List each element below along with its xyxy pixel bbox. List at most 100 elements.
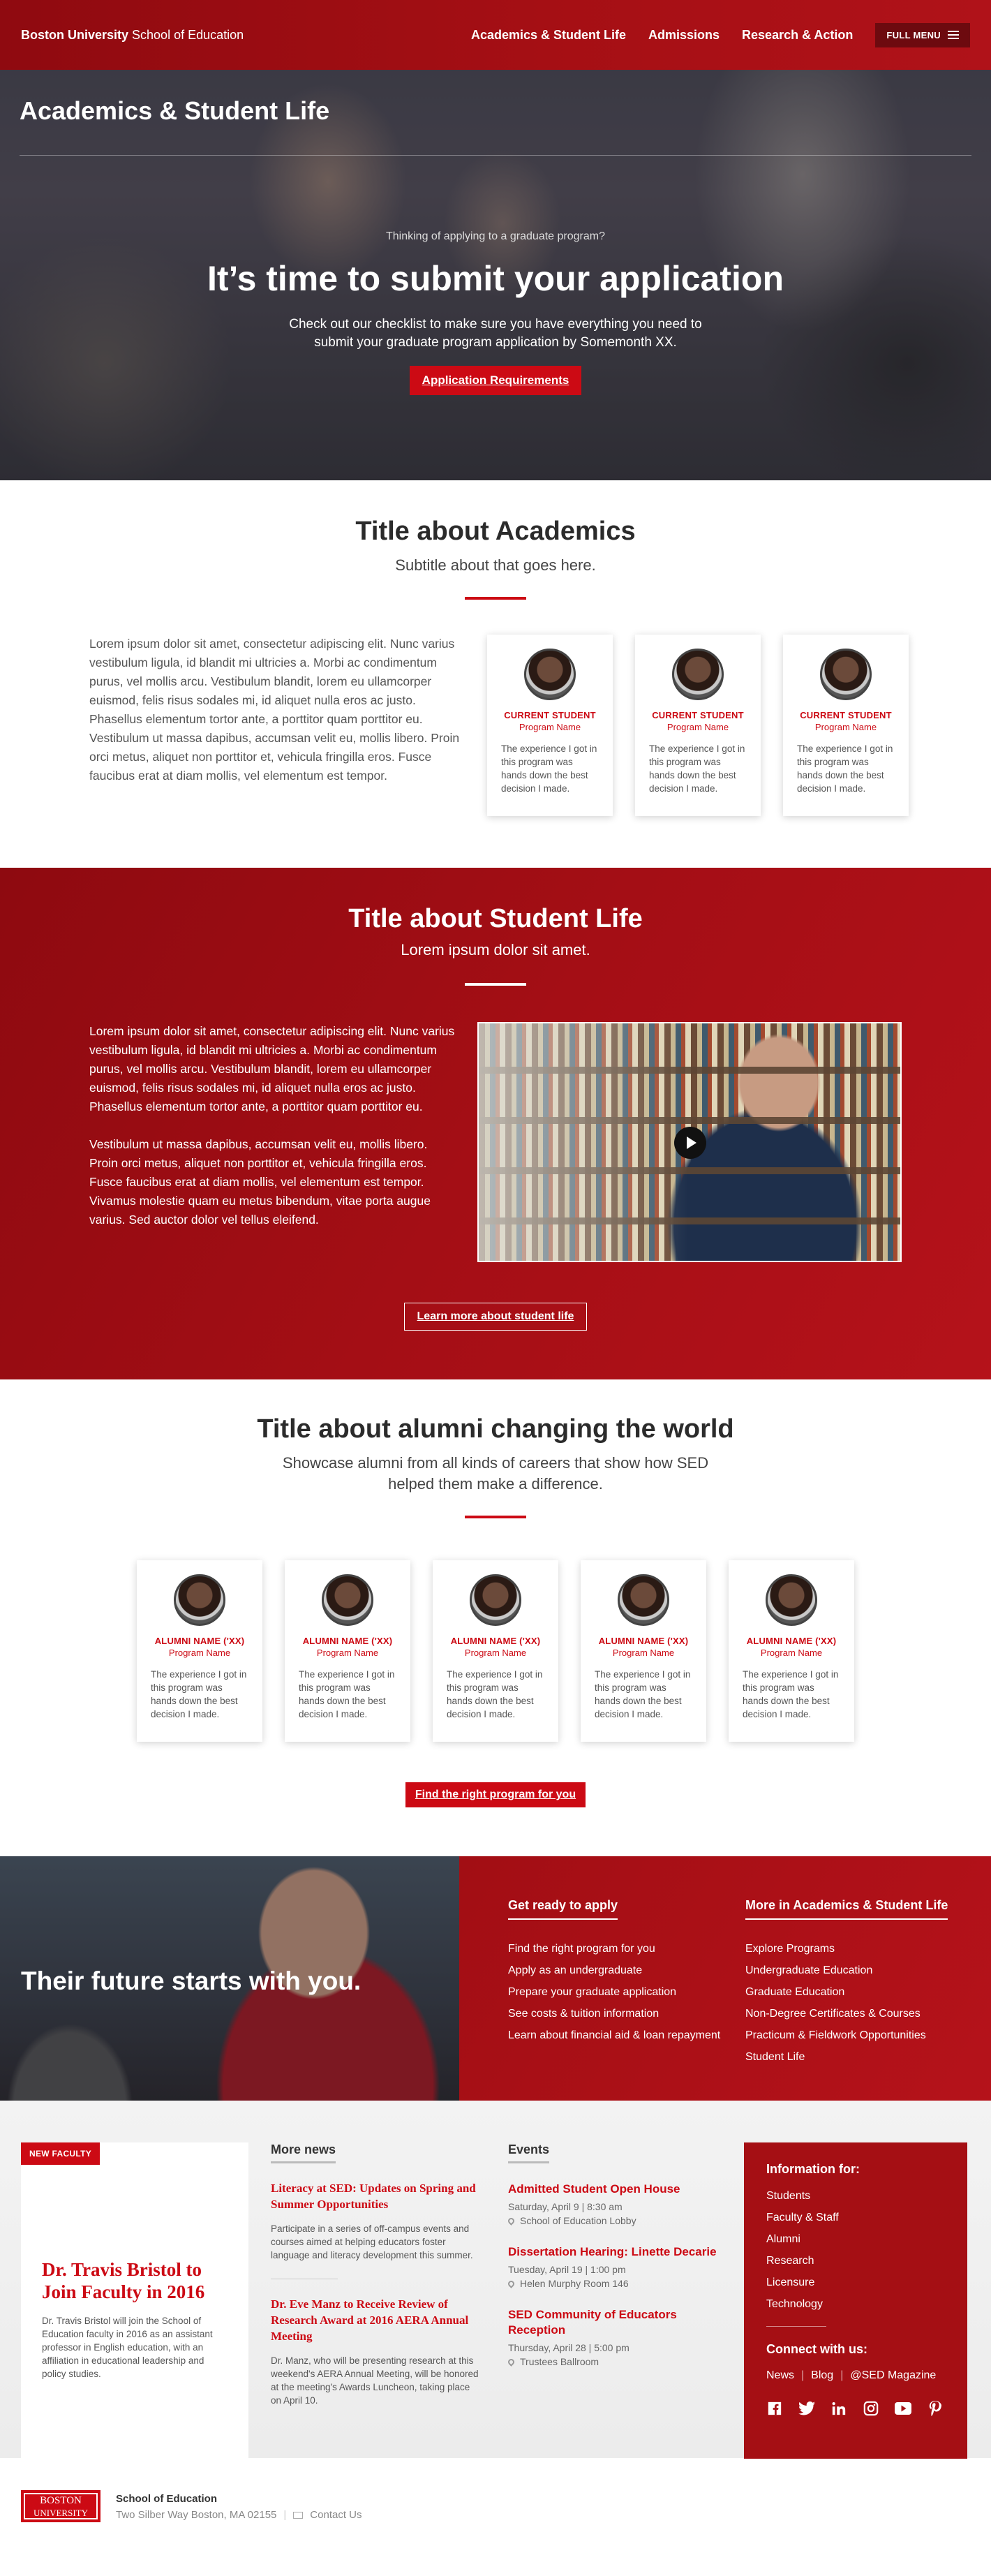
get-ready-column: Get ready to apply Find the right progra… — [508, 1898, 745, 2101]
student-card[interactable]: CURRENT STUDENT Program Name The experie… — [783, 635, 909, 816]
link-find-program[interactable]: Find the right program for you — [508, 1938, 745, 1960]
event-location-text: Trustees Ballroom — [520, 2356, 599, 2367]
facebook-icon[interactable] — [766, 2400, 783, 2417]
link-prepare-graduate[interactable]: Prepare your graduate application — [508, 1981, 745, 2003]
link-sed-magazine[interactable]: @SED Magazine — [850, 2369, 936, 2382]
student-life-video[interactable] — [477, 1022, 902, 1262]
card-program: Program Name — [814, 722, 877, 732]
events-heading: Events — [508, 2142, 550, 2163]
link-licensure[interactable]: Licensure — [766, 2272, 945, 2293]
link-student-life[interactable]: Student Life — [745, 2046, 983, 2068]
link-explore-programs[interactable]: Explore Programs — [745, 1938, 983, 1960]
link-practicum[interactable]: Practicum & Fieldwork Opportunities — [745, 2024, 983, 2046]
separator: | — [801, 2369, 805, 2381]
event-title[interactable]: Dissertation Hearing: Linette Decarie — [508, 2244, 731, 2260]
youtube-icon[interactable] — [895, 2400, 911, 2417]
divider — [20, 155, 971, 156]
full-menu-label: FULL MENU — [886, 29, 941, 40]
alumni-card[interactable]: ALUMNI NAME ('XX) Program Name The exper… — [137, 1560, 262, 1742]
find-program-button[interactable]: Find the right program for you — [405, 1782, 586, 1807]
hero-eyebrow: Thinking of applying to a graduate progr… — [386, 230, 605, 242]
event-item: Dissertation Hearing: Linette Decarie Tu… — [507, 2244, 731, 2289]
twitter-icon[interactable] — [798, 2400, 815, 2417]
event-title[interactable]: Admitted Student Open House — [508, 2182, 731, 2197]
site-brand[interactable]: Boston University School of Education — [21, 28, 244, 43]
play-icon[interactable] — [674, 1127, 706, 1159]
link-undergraduate-education[interactable]: Undergraduate Education — [745, 1960, 983, 1981]
logo-line: BOSTON — [40, 2495, 82, 2506]
social-text-links: News | Blog | @SED Magazine — [766, 2369, 945, 2382]
avatar — [766, 1574, 817, 1626]
link-list: Find the right program for you Apply as … — [508, 1938, 745, 2042]
alumni-card[interactable]: ALUMNI NAME ('XX) Program Name The exper… — [433, 1560, 558, 1742]
link-alumni[interactable]: Alumni — [766, 2228, 945, 2250]
news-title[interactable]: Literacy at SED: Updates on Spring and S… — [271, 2180, 480, 2212]
link-technology[interactable]: Technology — [766, 2293, 945, 2315]
accent-bar — [465, 983, 526, 986]
avatar — [174, 1574, 225, 1626]
linkedin-icon[interactable] — [830, 2400, 847, 2417]
divider — [766, 2326, 826, 2327]
card-quote: The experience I got in this program was… — [501, 743, 597, 794]
boston-university-logo[interactable]: BOSTON UNIVERSITY — [21, 2490, 100, 2522]
alumni-card[interactable]: ALUMNI NAME ('XX) Program Name The exper… — [729, 1560, 854, 1742]
hero-content: Thinking of applying to a graduate progr… — [0, 230, 991, 395]
student-card[interactable]: CURRENT STUDENT Program Name The experie… — [487, 635, 613, 816]
alumni-subtitle: Showcase alumni from all kinds of career… — [282, 1454, 709, 1493]
link-research[interactable]: Research — [766, 2250, 945, 2272]
link-news[interactable]: News — [766, 2369, 794, 2382]
avatar — [322, 1574, 373, 1626]
event-title[interactable]: SED Community of Educators Reception — [508, 2307, 731, 2338]
future-links: Get ready to apply Find the right progra… — [459, 1856, 991, 2101]
audience-links: Students Faculty & Staff Alumni Research… — [766, 2185, 945, 2315]
column-heading: Get ready to apply — [508, 1898, 618, 1920]
full-menu-button[interactable]: FULL MENU — [875, 22, 970, 47]
news-item: Literacy at SED: Updates on Spring and S… — [271, 2180, 480, 2262]
nav-academics-student-life[interactable]: Academics & Student Life — [471, 28, 626, 43]
alumni-section: Title about alumni changing the world Sh… — [0, 1379, 991, 1856]
nav-research-action[interactable]: Research & Action — [742, 28, 853, 43]
feature-title[interactable]: Dr. Travis Bristol to Join Faculty in 20… — [42, 2258, 230, 2303]
hero-headline: It’s time to submit your application — [207, 259, 784, 298]
nav-admissions[interactable]: Admissions — [648, 28, 720, 43]
alumni-card[interactable]: ALUMNI NAME ('XX) Program Name The exper… — [285, 1560, 410, 1742]
link-blog[interactable]: Blog — [811, 2369, 833, 2382]
academics-title: Title about Academics — [355, 517, 636, 546]
event-location: Trustees Ballroom — [507, 2356, 731, 2367]
link-non-degree[interactable]: Non-Degree Certificates & Courses — [745, 2003, 983, 2024]
link-faculty-staff[interactable]: Faculty & Staff — [766, 2207, 945, 2228]
application-requirements-button[interactable]: Application Requirements — [409, 366, 582, 395]
section-title: Academics & Student Life — [20, 96, 330, 125]
avatar — [524, 649, 576, 700]
link-costs-tuition[interactable]: See costs & tuition information — [508, 2003, 745, 2024]
card-title: ALUMNI NAME ('XX) — [450, 1636, 541, 1646]
link-students[interactable]: Students — [766, 2185, 945, 2207]
card-title: CURRENT STUDENT — [800, 710, 892, 720]
card-title: ALUMNI NAME ('XX) — [746, 1636, 837, 1646]
learn-more-student-life-button[interactable]: Learn more about student life — [403, 1303, 588, 1331]
link-financial-aid[interactable]: Learn about financial aid & loan repayme… — [508, 2024, 745, 2042]
link-apply-undergraduate[interactable]: Apply as an undergraduate — [508, 1960, 745, 1981]
link-graduate-education[interactable]: Graduate Education — [745, 1981, 983, 2003]
event-location-text: Helen Murphy Room 146 — [520, 2278, 629, 2289]
student-card[interactable]: CURRENT STUDENT Program Name The experie… — [635, 635, 761, 816]
avatar — [672, 649, 724, 700]
instagram-icon[interactable] — [863, 2400, 879, 2417]
feature-story-card[interactable]: NEW FACULTY Dr. Travis Bristol to Join F… — [21, 2142, 248, 2459]
separator: | — [840, 2369, 844, 2381]
contact-us-link[interactable]: Contact Us — [310, 2509, 362, 2521]
event-item: SED Community of Educators Reception Thu… — [507, 2307, 731, 2367]
events-column: Events Admitted Student Open House Satur… — [507, 2142, 731, 2458]
student-life-header: Title about Student Life Lorem ipsum dol… — [0, 904, 991, 986]
event-location: Helen Murphy Room 146 — [507, 2278, 731, 2289]
academics-header: Title about Academics Subtitle about tha… — [0, 517, 991, 600]
footer-address-row: Two Silber Way Boston, MA 02155 | Contac… — [116, 2509, 362, 2521]
alumni-card[interactable]: ALUMNI NAME ('XX) Program Name The exper… — [581, 1560, 706, 1742]
top-navigation-bar: Boston University School of Education Ac… — [0, 0, 991, 70]
news-title[interactable]: Dr. Eve Manz to Receive Review of Resear… — [271, 2296, 480, 2344]
news-summary: Participate in a series of off-campus ev… — [271, 2223, 473, 2260]
card-program: Program Name — [760, 1648, 823, 1658]
feature-tag: NEW FACULTY — [21, 2142, 100, 2165]
card-program: Program Name — [168, 1648, 231, 1658]
pinterest-icon[interactable] — [927, 2400, 944, 2417]
